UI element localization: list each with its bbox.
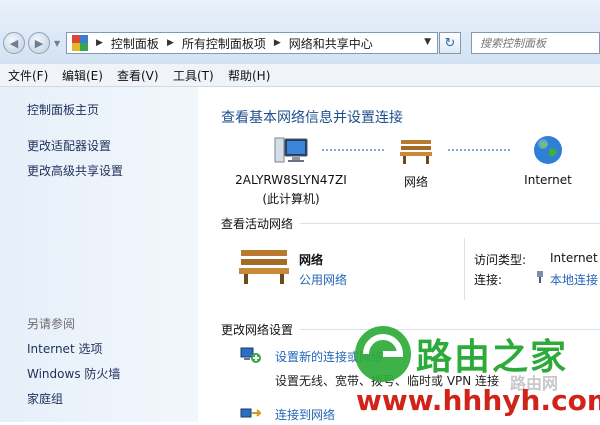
network-label: 网络 <box>403 175 428 189</box>
breadcrumb-arrow-icon[interactable]: ▶ <box>167 38 174 48</box>
active-networks-divider <box>300 223 600 224</box>
search-box[interactable] <box>471 32 600 54</box>
new-connection-icon <box>240 347 261 363</box>
sidebar: 控制面板主页 更改适配器设置 更改高级共享设置 另请参阅 Internet 选项… <box>0 87 198 422</box>
breadcrumb: ▶ 控制面板 ▶ 所有控制面板项 ▶ 网络和共享中心 <box>88 35 373 52</box>
menu-edit[interactable]: 编辑(E) <box>62 67 103 84</box>
back-button[interactable]: ◀ <box>3 32 25 54</box>
search-input[interactable] <box>480 34 600 52</box>
active-network-divider <box>464 238 465 300</box>
map-connector-right <box>448 149 510 151</box>
ethernet-icon <box>537 271 543 283</box>
sidebar-link-homegroup[interactable]: 家庭组 <box>27 390 63 407</box>
menu-help[interactable]: 帮助(H) <box>228 67 270 84</box>
breadcrumb-network-center[interactable]: 网络和共享中心 <box>289 35 373 52</box>
connect-network-icon <box>240 408 262 418</box>
setting-new-connection-link[interactable]: 设置新的连接或网络 <box>275 348 383 365</box>
sidebar-link-sharing[interactable]: 更改高级共享设置 <box>27 162 123 179</box>
sidebar-link-firewall[interactable]: Windows 防火墙 <box>27 365 120 382</box>
refresh-button[interactable]: ↻ <box>439 32 461 54</box>
see-also-heading: 另请参阅 <box>27 317 76 331</box>
control-panel-icon <box>72 35 88 51</box>
globe-icon <box>534 136 562 164</box>
page-title: 查看基本网络信息并设置连接 <box>221 110 403 126</box>
computer-sub-label: (此计算机) <box>262 192 320 206</box>
active-networks-heading: 查看活动网络 <box>221 217 294 231</box>
bench-icon <box>239 250 289 284</box>
computer-name: 2ALYRW8SLYN47ZI <box>235 173 347 187</box>
access-type-value: Internet <box>550 251 598 265</box>
local-connection-link[interactable]: 本地连接 <box>550 271 598 288</box>
network-type-link[interactable]: 公用网络 <box>299 271 347 288</box>
active-network-name: 网络 <box>299 253 324 267</box>
bench-icon <box>400 140 432 164</box>
breadcrumb-control-panel[interactable]: 控制面板 <box>111 35 159 52</box>
breadcrumb-arrow-icon[interactable]: ▶ <box>96 38 103 48</box>
sidebar-link-internet-options[interactable]: Internet 选项 <box>27 340 102 357</box>
sidebar-link-home[interactable]: 控制面板主页 <box>27 101 99 118</box>
setting-new-connection-desc: 设置无线、宽带、拨号、临时或 VPN 连接 <box>275 374 500 388</box>
menu-tools[interactable]: 工具(T) <box>173 67 214 84</box>
menu-bar: 文件(F) 编辑(E) 查看(V) 工具(T) 帮助(H) <box>0 64 600 87</box>
breadcrumb-arrow-icon[interactable]: ▶ <box>274 38 281 48</box>
breadcrumb-all-items[interactable]: 所有控制面板项 <box>182 35 266 52</box>
map-node-computer[interactable]: 2ALYRW8SLYN47ZI (此计算机) <box>226 136 356 207</box>
address-bar[interactable]: ▶ 控制面板 ▶ 所有控制面板项 ▶ 网络和共享中心 ▼ <box>66 32 438 54</box>
change-settings-heading: 更改网络设置 <box>221 323 294 337</box>
computer-icon <box>274 137 308 163</box>
map-connector-left <box>322 149 384 151</box>
internet-label: Internet <box>524 173 572 187</box>
sidebar-link-adapter[interactable]: 更改适配器设置 <box>27 137 111 154</box>
map-node-network[interactable]: 网络 <box>386 136 446 190</box>
recent-pages-dropdown-icon[interactable]: ▼ <box>54 39 62 48</box>
map-node-internet[interactable]: Internet <box>508 134 588 187</box>
address-dropdown-icon[interactable]: ▼ <box>424 37 431 47</box>
access-type-label: 访问类型: <box>474 253 527 267</box>
menu-file[interactable]: 文件(F) <box>8 67 48 84</box>
connection-label: 连接: <box>474 273 503 287</box>
menu-view[interactable]: 查看(V) <box>117 67 159 84</box>
change-settings-divider <box>300 329 600 330</box>
forward-button[interactable]: ▶ <box>28 32 50 54</box>
setting-connect-link[interactable]: 连接到网络 <box>275 406 335 423</box>
